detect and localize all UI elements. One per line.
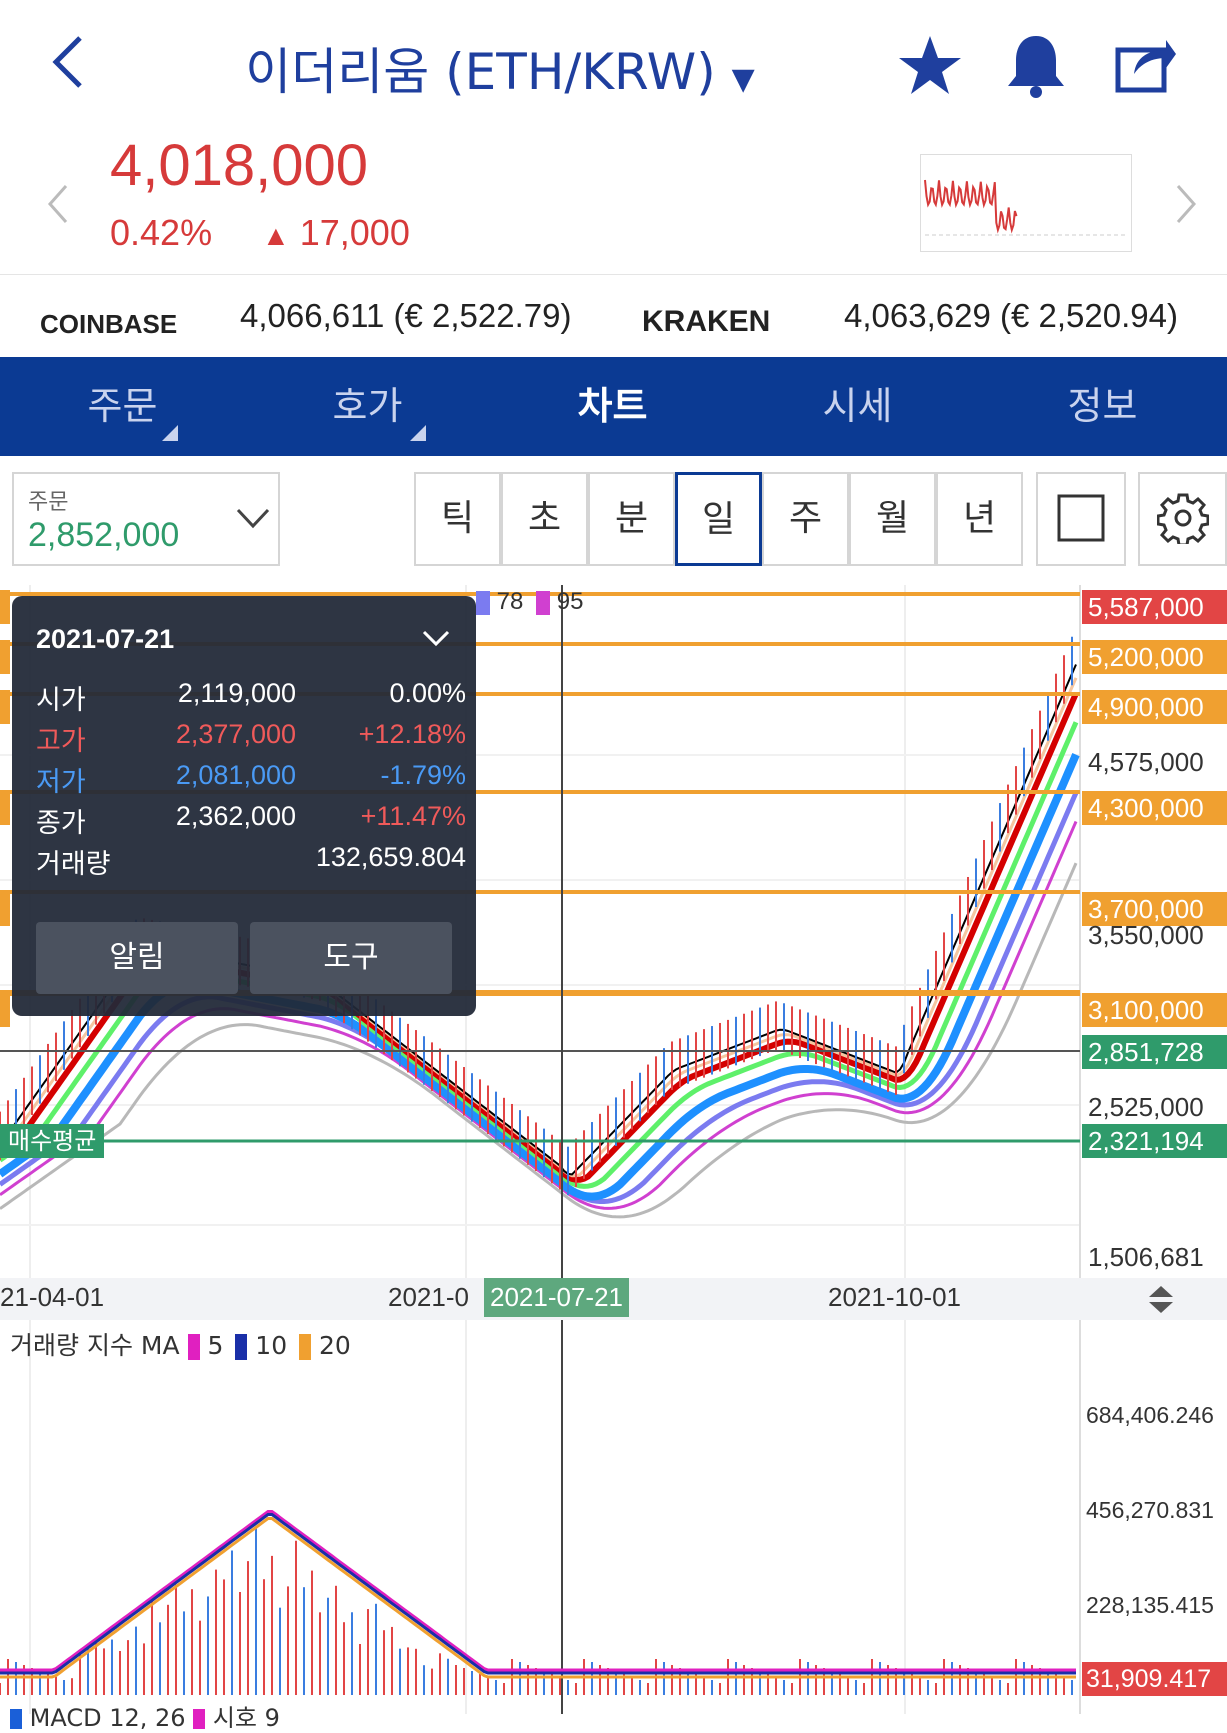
level-tag <box>0 590 10 624</box>
star-icon[interactable] <box>898 34 962 96</box>
tab-bar: 주문 호가 차트 시세 정보 <box>0 357 1227 456</box>
square-icon <box>1057 494 1105 542</box>
period-month[interactable]: 월 <box>849 472 936 566</box>
ma-legend: 78 95 <box>476 588 583 616</box>
volume-ma-line <box>0 1513 1076 1675</box>
tooltip-row-open: 시가 2,119,000 0.00% <box>36 678 466 715</box>
change-percent: 0.42% <box>110 212 213 253</box>
volume-legend: 거래량 지수 MA 5 10 20 <box>10 1331 351 1360</box>
tab-corner-icon <box>162 425 178 441</box>
tooltip-date: 2021-07-21 <box>36 624 175 654</box>
price-label: 2,525,000 <box>1088 1092 1204 1122</box>
avg-price-tag: 매수평균 <box>0 1124 105 1158</box>
price-label-order: 2,851,728 <box>1082 1035 1227 1069</box>
tooltip-row-close: 종가 2,362,000 +11.47% <box>36 801 466 838</box>
period-day[interactable]: 일 <box>675 472 762 566</box>
alert-button[interactable]: 알림 <box>36 922 238 994</box>
price-label: 3,100,000 <box>1082 993 1227 1027</box>
period-tick[interactable]: 틱 <box>414 472 501 566</box>
period-year[interactable]: 년 <box>936 472 1023 566</box>
period-week[interactable]: 주 <box>762 472 849 566</box>
header: 이더리움 (ETH/KRW) ▼ <box>0 0 1227 132</box>
exchange-prices: COINBASE 4,066,611 (€ 2,522.79) KRAKEN 4… <box>0 274 1227 357</box>
price-label-current: 5,587,000 <box>1082 590 1227 624</box>
change-amount: ▲ 17,000 <box>262 212 410 253</box>
volume-axis-label: 456,270.831 <box>1086 1497 1214 1523</box>
price-label: 4,900,000 <box>1082 690 1227 724</box>
price-label: 5,200,000 <box>1082 640 1227 674</box>
fullscreen-button[interactable] <box>1036 472 1126 566</box>
tab-orderbook[interactable]: 호가 <box>245 357 490 456</box>
price-label: 4,575,000 <box>1088 747 1204 777</box>
chevron-down-icon[interactable] <box>422 630 450 648</box>
kraken-value: 4,063,629 (€ 2,520.94) <box>844 297 1178 334</box>
tooltip-row-low: 저가 2,081,000 -1.79% <box>36 760 466 797</box>
resize-arrows-icon[interactable] <box>1148 1286 1174 1314</box>
volume-ma-line <box>0 1517 1076 1679</box>
tooltip-row-volume: 거래량 132,659.804 <box>36 842 466 879</box>
coinbase-value: 4,066,611 (€ 2,522.79) <box>240 297 572 334</box>
order-label: 주문 <box>28 490 69 515</box>
price-label: 4,300,000 <box>1082 791 1227 825</box>
period-minute[interactable]: 분 <box>588 472 675 566</box>
level-tag <box>0 791 10 825</box>
level-tag <box>0 690 10 724</box>
next-chevron-icon[interactable] <box>1172 182 1200 226</box>
order-value: 2,852,000 <box>28 516 180 554</box>
macd-legend: MACD 12, 26 시호 9 <box>10 1698 280 1733</box>
volume-axis-label: 228,135.415 <box>1086 1592 1214 1618</box>
current-price: 4,018,000 <box>110 133 369 198</box>
x-label: 21-04-01 <box>0 1282 105 1312</box>
level-tag <box>0 892 10 926</box>
tool-button[interactable]: 도구 <box>250 922 452 994</box>
price-label-avg: 2,321,194 <box>1082 1124 1227 1158</box>
kraken-label: KRAKEN <box>642 305 771 338</box>
tab-order[interactable]: 주문 <box>0 357 245 456</box>
price-label: 3,550,000 <box>1088 920 1204 950</box>
mini-chart[interactable] <box>920 154 1132 252</box>
tab-corner-icon <box>410 425 426 441</box>
up-triangle-icon: ▲ <box>262 220 290 251</box>
price-label-min: 1,506,681 <box>1088 1242 1204 1272</box>
tab-chart[interactable]: 차트 <box>490 357 735 456</box>
settings-button[interactable] <box>1138 472 1227 566</box>
order-price-select[interactable]: 주문 2,852,000 <box>12 472 280 566</box>
x-label: 2021-10-01 <box>828 1282 961 1312</box>
x-cursor-label: 2021-07-21 <box>484 1278 629 1317</box>
coinbase-label: COINBASE <box>40 309 178 339</box>
level-tag <box>0 993 10 1027</box>
tooltip-row-high: 고가 2,377,000 +12.18% <box>36 719 466 756</box>
period-second[interactable]: 초 <box>501 472 588 566</box>
gear-icon <box>1156 493 1209 547</box>
tab-info[interactable]: 정보 <box>980 357 1225 456</box>
prev-chevron-icon[interactable] <box>44 182 72 226</box>
share-icon[interactable] <box>1114 34 1178 94</box>
chevron-down-icon <box>236 508 270 529</box>
volume-ma-line <box>0 1510 1076 1672</box>
page-title[interactable]: 이더리움 (ETH/KRW) ▼ <box>0 32 1000 104</box>
x-axis[interactable]: 21-04-01 2021-0 2021-07-21 2021-10-01 <box>0 1278 1227 1320</box>
candle-tooltip[interactable]: 2021-07-21 시가 2,119,000 0.00% 고가 2,377,0… <box>12 596 476 1016</box>
level-tag <box>0 640 10 674</box>
volume-current-label: 31,909.417 <box>1082 1662 1227 1696</box>
tab-quotes[interactable]: 시세 <box>735 357 980 456</box>
volume-axis-label: 684,406.246 <box>1086 1402 1214 1428</box>
bell-icon[interactable] <box>1004 32 1068 98</box>
x-label: 2021-0 <box>388 1282 469 1312</box>
